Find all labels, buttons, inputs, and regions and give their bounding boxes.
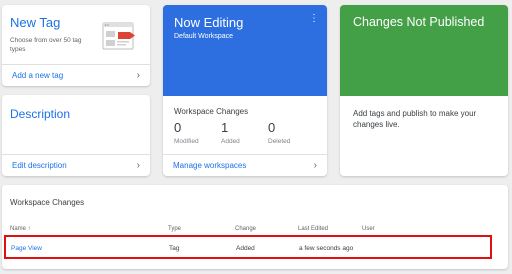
workspace-changes-table: Workspace Changes Name ↑ Type Change Las…	[2, 185, 508, 269]
chevron-right-icon: ›	[136, 70, 140, 81]
table-title: Workspace Changes	[10, 198, 85, 207]
table-row[interactable]: Page View Tag Added a few seconds ago	[4, 235, 492, 259]
column-header-last-edited[interactable]: Last Edited	[298, 226, 328, 232]
stat-label: Added	[221, 138, 240, 145]
add-new-tag-label: Add a new tag	[12, 71, 64, 80]
now-editing-card: Now Editing Default Workspace ⋮ Workspac…	[163, 5, 327, 176]
manage-workspaces-label: Manage workspaces	[173, 161, 247, 170]
column-header-user[interactable]: User	[362, 226, 375, 232]
chevron-right-icon: ›	[313, 160, 317, 171]
changes-not-published-text: Add tags and publish to make your change…	[353, 109, 477, 129]
now-editing-header: Now Editing Default Workspace ⋮	[163, 5, 327, 96]
new-tag-subtitle: Choose from over 50 tag types	[10, 37, 82, 53]
description-title: Description	[10, 107, 71, 121]
chevron-right-icon: ›	[136, 160, 140, 171]
add-new-tag-link[interactable]: Add a new tag ›	[2, 64, 150, 86]
stat-added: 1 Added	[221, 120, 240, 145]
column-header-name[interactable]: Name ↑	[10, 226, 31, 232]
edit-description-link[interactable]: Edit description ›	[2, 154, 150, 176]
row-name-link[interactable]: Page View	[11, 245, 42, 252]
stat-value: 1	[221, 120, 229, 135]
changes-not-published-card: Changes Not Published Add tags and publi…	[340, 5, 508, 176]
stat-modified: 0 Modified	[174, 120, 199, 145]
new-tag-title[interactable]: New Tag	[10, 15, 60, 30]
workspace-name: Default Workspace	[174, 33, 234, 40]
stat-label: Deleted	[268, 138, 291, 145]
row-change: Added	[236, 245, 255, 252]
stat-value: 0	[174, 120, 182, 135]
edit-description-label: Edit description	[12, 161, 67, 170]
stat-value: 0	[268, 120, 276, 135]
row-type: Tag	[169, 245, 180, 252]
tag-illustration-icon	[102, 22, 135, 50]
stat-deleted: 0 Deleted	[268, 120, 290, 145]
stat-label: Modified	[174, 138, 199, 145]
description-card: Description Edit description ›	[2, 95, 150, 176]
workspace-changes-label: Workspace Changes	[174, 107, 249, 116]
column-header-type[interactable]: Type	[168, 226, 181, 232]
row-last-edited: a few seconds ago	[299, 245, 354, 252]
new-tag-card[interactable]: New Tag Choose from over 50 tag types Ad…	[2, 5, 150, 86]
more-vert-icon[interactable]: ⋮	[309, 14, 319, 24]
changes-not-published-header: Changes Not Published	[340, 5, 508, 96]
column-header-change[interactable]: Change	[235, 226, 256, 232]
now-editing-title: Now Editing	[174, 15, 244, 30]
changes-not-published-title: Changes Not Published	[353, 15, 485, 29]
manage-workspaces-link[interactable]: Manage workspaces ›	[163, 154, 327, 176]
